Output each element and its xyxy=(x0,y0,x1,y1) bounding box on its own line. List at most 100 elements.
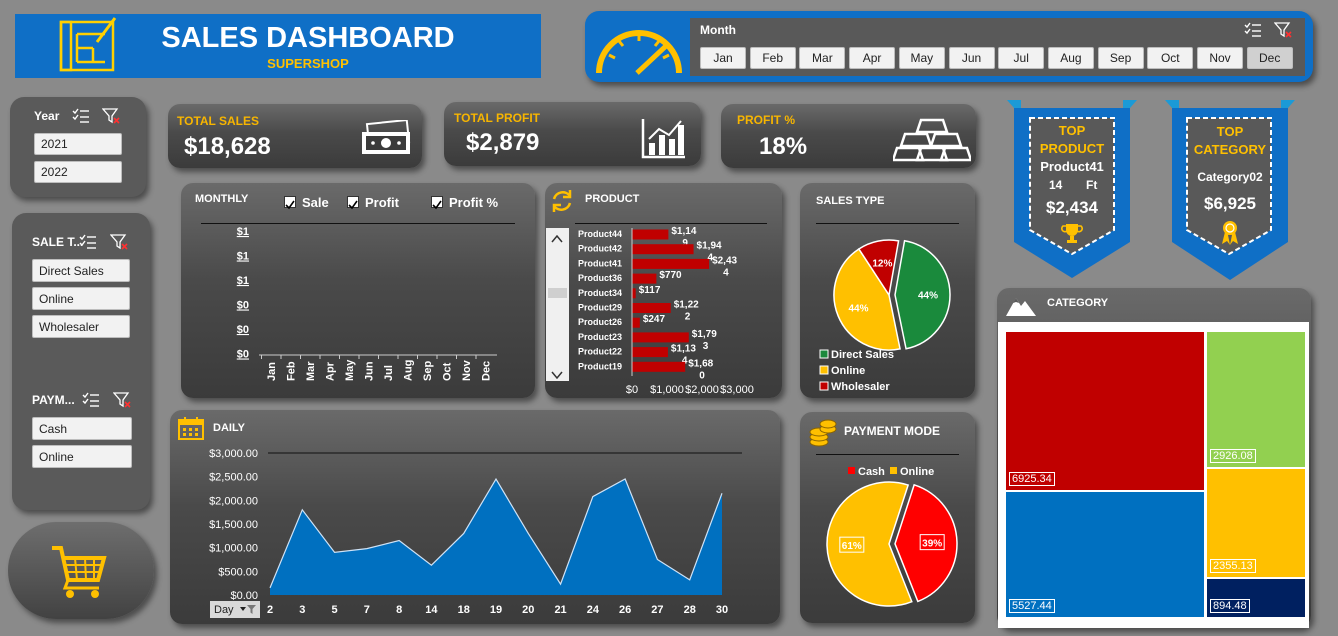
treemap-value-label: 6925.34 xyxy=(1009,472,1055,486)
payment-mode-pie: 39% 61% Cash Online xyxy=(826,466,958,607)
top-product-badge: TOP PRODUCT Product41 14 Ft $2,434 xyxy=(1004,100,1140,278)
treemap-value-label: 894.48 xyxy=(1210,599,1250,613)
year-item[interactable]: 2022 xyxy=(34,161,122,183)
top-product-size: 14 xyxy=(1049,178,1063,192)
y-tick-label: $1,000.00 xyxy=(209,543,258,555)
x-tick-label: Mar xyxy=(305,361,317,381)
clear-filter-icon[interactable] xyxy=(112,392,131,413)
product-label: Product42 xyxy=(578,244,622,254)
y-tick-label: $1 xyxy=(237,226,249,238)
top-product-title: PRODUCT xyxy=(1039,141,1105,156)
cart-button[interactable] xyxy=(8,522,154,619)
bar-data-label: $1,94 xyxy=(697,241,722,252)
kpi-label: TOTAL SALES xyxy=(177,114,260,128)
clear-filter-icon[interactable] xyxy=(109,234,128,255)
x-tick-label: May xyxy=(344,359,356,381)
y-tick-label: $500.00 xyxy=(218,566,258,578)
month-button[interactable]: May xyxy=(898,47,945,69)
x-tick-label: $1,000 xyxy=(650,384,684,396)
product-bar xyxy=(632,244,694,255)
month-button[interactable]: Mar xyxy=(799,47,846,69)
x-tick-label: 24 xyxy=(587,604,600,616)
clear-filter-icon[interactable] xyxy=(101,108,120,129)
kpi-total-profit: TOTAL PROFIT $2,879 xyxy=(444,102,701,166)
product-label: Product26 xyxy=(578,317,622,327)
x-tick-label: Dec xyxy=(481,361,493,381)
treemap-tile: 5527.44 xyxy=(1006,492,1204,617)
day-filter-label: Day xyxy=(214,603,234,616)
multiselect-icon[interactable] xyxy=(1244,22,1262,38)
month-button[interactable]: Dec xyxy=(1246,47,1293,69)
mountain-icon xyxy=(1005,293,1037,322)
product-label: Product36 xyxy=(578,273,622,283)
y-tick-label: $1 xyxy=(237,251,249,263)
top-category-value: $6,925 xyxy=(1204,194,1256,213)
top-product-unit: Ft xyxy=(1086,178,1098,192)
product-bar xyxy=(632,332,689,343)
kpi-value: $2,879 xyxy=(466,129,540,156)
kpi-value: 18% xyxy=(759,133,808,160)
payment-item[interactable]: Cash xyxy=(32,417,132,440)
award-ribbon-icon xyxy=(1218,220,1242,251)
x-tick-label: 2 xyxy=(267,604,273,616)
multiselect-icon[interactable] xyxy=(72,108,90,129)
top-category-badge: TOP CATEGORY Category02 $6,925 xyxy=(1162,100,1298,280)
y-tick-label: $2,500.00 xyxy=(209,472,258,484)
speedometer-icon xyxy=(593,21,685,77)
treemap-tile: 6925.34 xyxy=(1006,332,1204,490)
bar-data-label: $1,79 xyxy=(692,329,717,340)
sale-type-item[interactable]: Direct Sales xyxy=(32,259,130,282)
bar-data-label: $247 xyxy=(643,314,666,325)
top-product-name: Product41 xyxy=(1040,159,1104,174)
month-button[interactable]: Feb xyxy=(749,47,796,69)
month-button[interactable]: Jul xyxy=(998,47,1045,69)
month-button[interactable]: Apr xyxy=(849,47,896,69)
product-label: Product23 xyxy=(578,332,622,342)
payment-item[interactable]: Online xyxy=(32,445,132,468)
month-slicer-frame: Month Jan Feb Mar Apr May Jun Jul Aug Sep Oct Nov D… xyxy=(585,11,1313,82)
bar-data-label: $1,13 xyxy=(671,344,696,355)
product-label: Product29 xyxy=(578,303,622,313)
y-tick-label: $1,500.00 xyxy=(209,519,258,531)
multiselect-icon[interactable] xyxy=(79,234,97,255)
bar-data-label: $1,68 xyxy=(688,358,713,369)
sale-type-slicer-label: SALE T... xyxy=(32,235,84,249)
x-tick-label: Nov xyxy=(461,359,473,381)
y-tick-label: $3,000.00 xyxy=(209,448,258,460)
bar-data-label: $1,22 xyxy=(674,300,699,311)
x-tick-label: 30 xyxy=(716,604,728,616)
legend-label: Wholesaler xyxy=(831,381,890,393)
month-button[interactable]: Aug xyxy=(1047,47,1094,69)
x-tick-label: 27 xyxy=(651,604,663,616)
payment-mode-panel: PAYMENT MODE 39% 61% Cash Online xyxy=(800,412,975,623)
daily-area-chart: $3,000.00 $2,500.00 $2,000.00 $1,500.00 $1,0… xyxy=(209,448,742,616)
sale-type-item[interactable]: Wholesaler xyxy=(32,315,130,338)
treemap-area: 6925.34 5527.44 2926.08 2355.13 894.48 xyxy=(998,322,1309,628)
month-button[interactable]: Jun xyxy=(948,47,995,69)
bar-data-label: $770 xyxy=(659,270,682,281)
month-button[interactable]: Jan xyxy=(700,47,746,69)
month-button[interactable]: Oct xyxy=(1147,47,1194,69)
month-button[interactable]: Sep xyxy=(1097,47,1144,69)
bar-chart-icon xyxy=(641,117,687,164)
legend-swatch xyxy=(890,467,897,474)
x-tick-label: 19 xyxy=(490,604,502,616)
top-category-title: CATEGORY xyxy=(1193,142,1267,157)
year-item[interactable]: 2021 xyxy=(34,133,122,155)
payment-slicer-label: PAYM... xyxy=(32,393,75,407)
treemap-tile: 2355.13 xyxy=(1207,469,1305,577)
filter-dropdown-icon xyxy=(240,604,256,618)
clear-filter-icon[interactable] xyxy=(1273,22,1292,38)
product-bar xyxy=(632,303,671,313)
day-filter-button[interactable]: Day xyxy=(210,601,260,618)
y-tick-label: $2,000.00 xyxy=(209,495,258,507)
treemap-tile: 2926.08 xyxy=(1207,332,1305,467)
x-tick-label: 3 xyxy=(299,604,305,616)
product-bar xyxy=(632,258,710,269)
pie-data-label: 12% xyxy=(872,259,892,270)
month-button[interactable]: Nov xyxy=(1197,47,1243,69)
product-label: Product34 xyxy=(578,288,622,298)
sale-type-item[interactable]: Online xyxy=(32,287,130,310)
multiselect-icon[interactable] xyxy=(82,392,100,413)
bar-data-label: 2 xyxy=(685,312,691,323)
